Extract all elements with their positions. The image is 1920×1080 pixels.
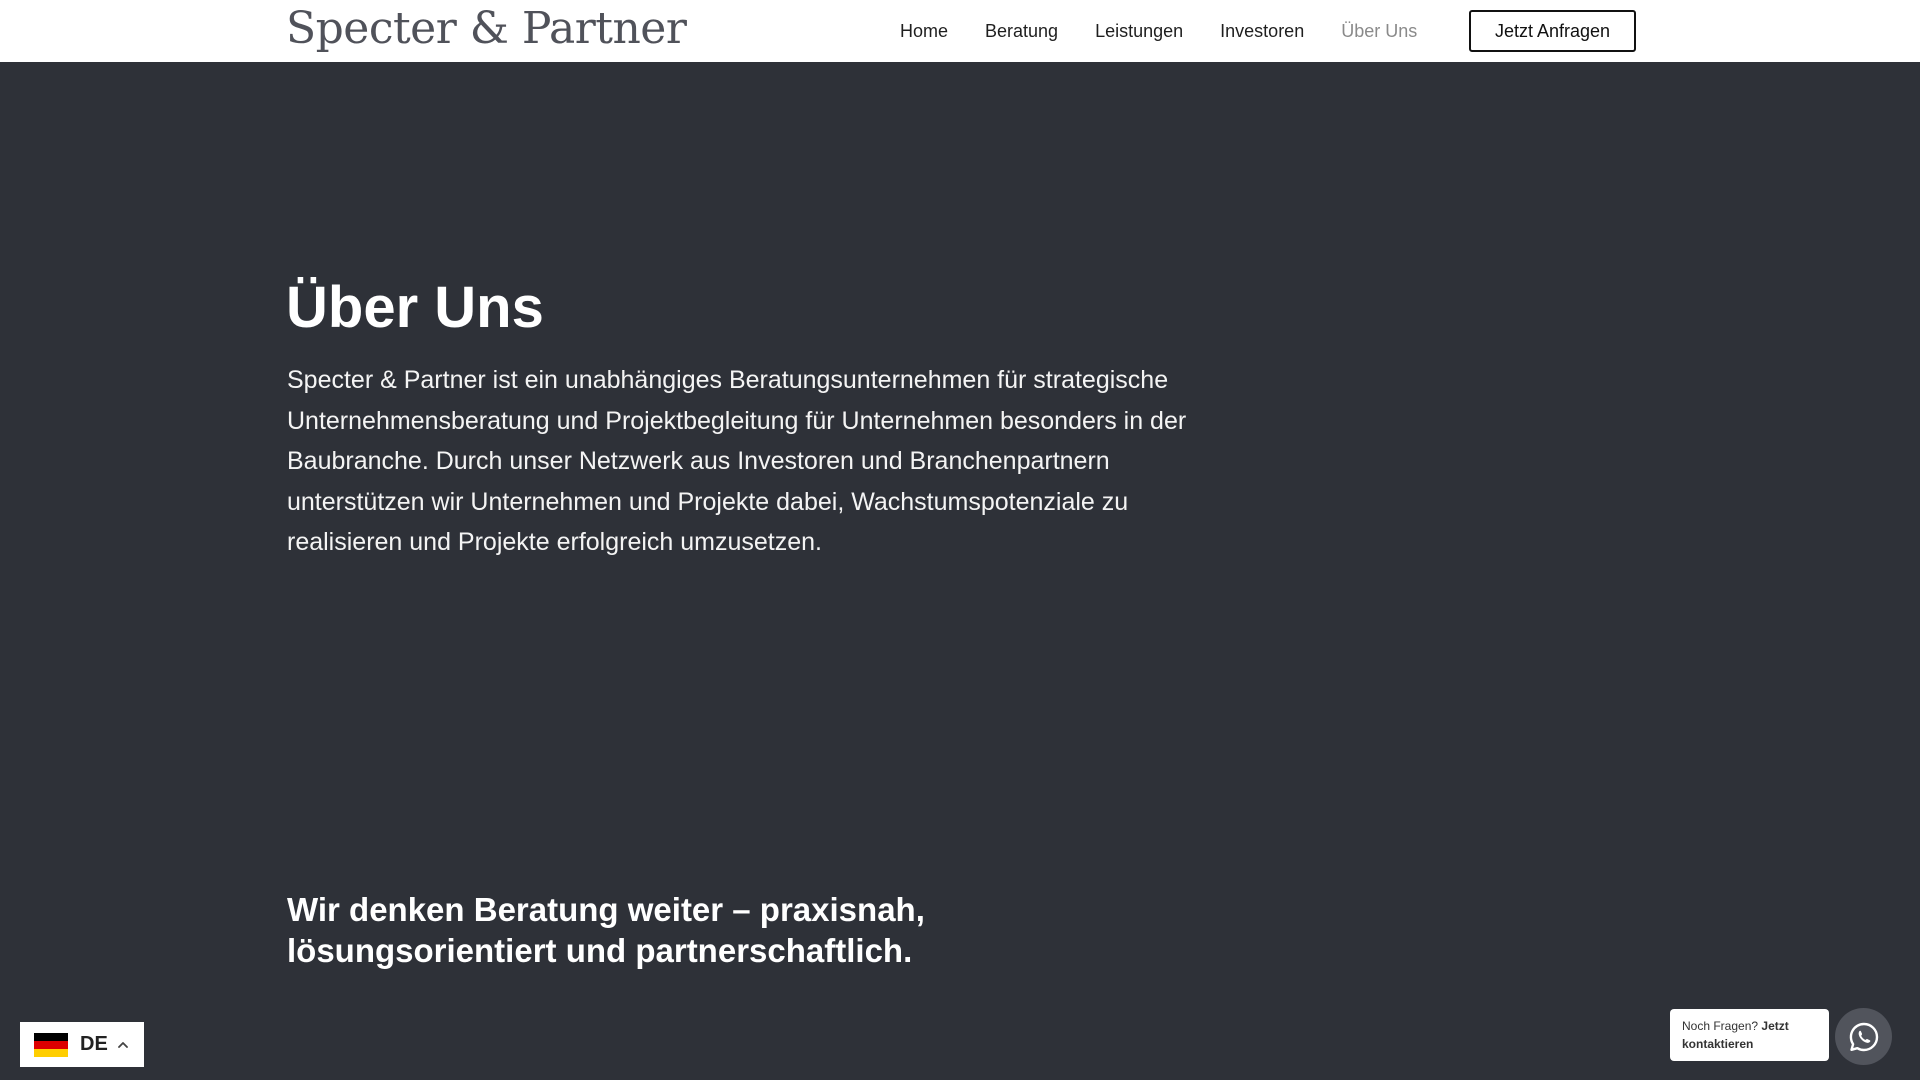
page-title: Über Uns — [286, 275, 544, 340]
nav-investoren[interactable]: Investoren — [1220, 21, 1304, 42]
nav-home[interactable]: Home — [900, 21, 948, 42]
intro-paragraph: Specter & Partner ist ein unabhängiges B… — [287, 366, 1187, 557]
nav-leistungen[interactable]: Leistungen — [1095, 21, 1183, 42]
flag-stripe-black — [34, 1032, 68, 1041]
chat-prompt-text: Noch Fragen? — [1682, 1019, 1762, 1033]
site-logo[interactable]: Specter & Partner — [286, 4, 687, 54]
section-heading: Wir denken Beratung weiter – praxisnah, … — [287, 891, 925, 969]
nav-ueber-uns[interactable]: Über Uns — [1341, 21, 1417, 42]
main-nav: Home Beratung Leistungen Investoren Über… — [900, 0, 1454, 62]
chevron-up-icon — [117, 1041, 128, 1048]
german-flag-icon — [34, 1032, 68, 1057]
whatsapp-icon — [1849, 1022, 1878, 1051]
page: Specter & Partner Home Beratung Leistung… — [0, 0, 1920, 1080]
flag-stripe-red — [34, 1040, 68, 1049]
language-switcher[interactable]: DE — [20, 1022, 144, 1067]
chat-prompt-bubble[interactable]: Noch Fragen? Jetzt kontaktieren — [1670, 1009, 1829, 1061]
site-header: Specter & Partner Home Beratung Leistung… — [0, 0, 1920, 62]
nav-beratung[interactable]: Beratung — [985, 21, 1058, 42]
whatsapp-chat-button[interactable] — [1835, 1008, 1892, 1065]
jetzt-anfragen-button[interactable]: Jetzt Anfragen — [1469, 10, 1636, 52]
flag-stripe-gold — [34, 1048, 68, 1057]
language-code: DE — [80, 1033, 108, 1055]
